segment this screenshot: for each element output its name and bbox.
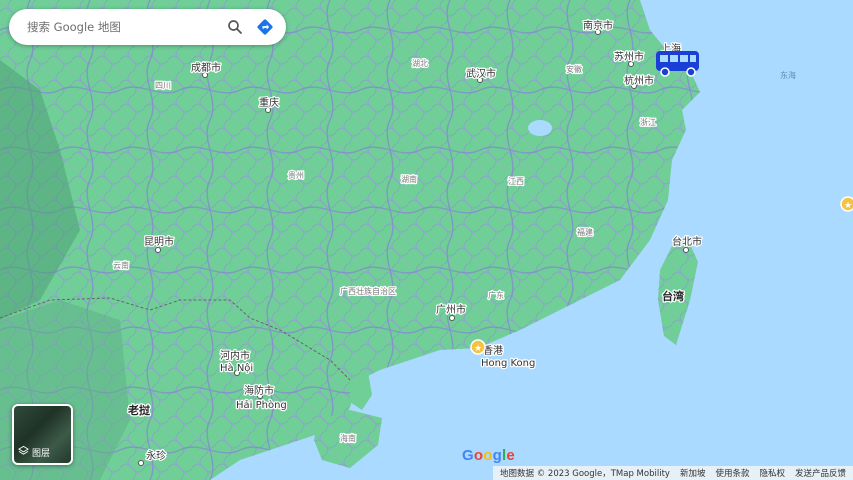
label-kunming: 昆明市	[144, 235, 174, 248]
svg-text:★: ★	[474, 344, 482, 354]
svg-text:★: ★	[844, 201, 852, 211]
layers-label-row: 图层	[18, 445, 50, 459]
feedback-link[interactable]: 发送产品反馈	[795, 467, 846, 479]
label-zhejiang: 浙江	[640, 117, 656, 127]
label-taiwan: 台湾	[662, 289, 684, 303]
privacy-link[interactable]: 隐私权	[759, 467, 785, 479]
layers-icon	[18, 445, 29, 459]
label-sichuan: 四川	[155, 81, 171, 90]
label-wuhan: 武汉市	[466, 67, 496, 80]
google-logo: Google	[462, 447, 515, 464]
label-hangzhou: 杭州市	[624, 74, 654, 87]
label-guizhou: 贵州	[288, 170, 304, 180]
terms-link[interactable]: 使用条款	[715, 467, 749, 479]
label-haiphong-cn: 海防市	[244, 384, 274, 397]
map-canvas[interactable]: 南京市 苏州市 上海 杭州市 东海 武汉市 成都市 重庆 四川 湖北 安徽 浙江…	[0, 0, 853, 480]
label-haiphong-en: Hải Phòng	[236, 399, 287, 411]
label-hongkong-en: Hong Kong	[481, 358, 535, 369]
map-footer: 地图数据 © 2023 Google，TMap Mobility 新加坡 使用条…	[493, 466, 853, 480]
layers-button[interactable]: 图层	[12, 404, 73, 465]
label-fujian: 福建	[577, 227, 593, 237]
label-donghai: 东海	[780, 70, 796, 80]
label-chongqing: 重庆	[259, 96, 279, 109]
label-chengdu: 成都市	[191, 61, 221, 74]
label-nanjing: 南京市	[583, 19, 613, 32]
label-hongkong-cn: 香港	[483, 345, 503, 357]
star-marker-icon[interactable]: ★	[470, 339, 486, 355]
search-bar[interactable]: 搜索 Google 地图	[9, 9, 286, 45]
label-guangdong: 广东	[488, 290, 504, 300]
label-anhui: 安徽	[566, 64, 582, 74]
label-taipei: 台北市	[672, 235, 702, 248]
label-hanoi-cn: 河内市	[220, 349, 250, 362]
label-vientiane: 永珍	[146, 449, 166, 462]
label-hanoi-en: Hà Nội	[220, 362, 253, 374]
label-jiangxi: 江西	[508, 177, 524, 186]
directions-icon[interactable]	[250, 12, 280, 42]
star-marker-icon[interactable]: ★	[840, 196, 853, 212]
search-icon[interactable]	[220, 12, 250, 42]
label-guangxi: 广西壮族自治区	[340, 286, 396, 296]
label-hunan: 湖南	[401, 174, 417, 184]
label-hainan: 海南	[340, 433, 356, 443]
label-suzhou: 苏州市	[614, 50, 644, 63]
label-hubei: 湖北	[412, 59, 428, 68]
attribution-text: 地图数据 © 2023 Google，TMap Mobility	[500, 469, 670, 479]
label-guangzhou: 广州市	[436, 303, 466, 316]
label-yunnan: 云南	[113, 260, 129, 270]
search-input[interactable]: 搜索 Google 地图	[27, 19, 220, 35]
layers-label: 图层	[32, 448, 51, 459]
region-link[interactable]: 新加坡	[680, 467, 706, 479]
label-laos: 老挝	[127, 403, 151, 417]
